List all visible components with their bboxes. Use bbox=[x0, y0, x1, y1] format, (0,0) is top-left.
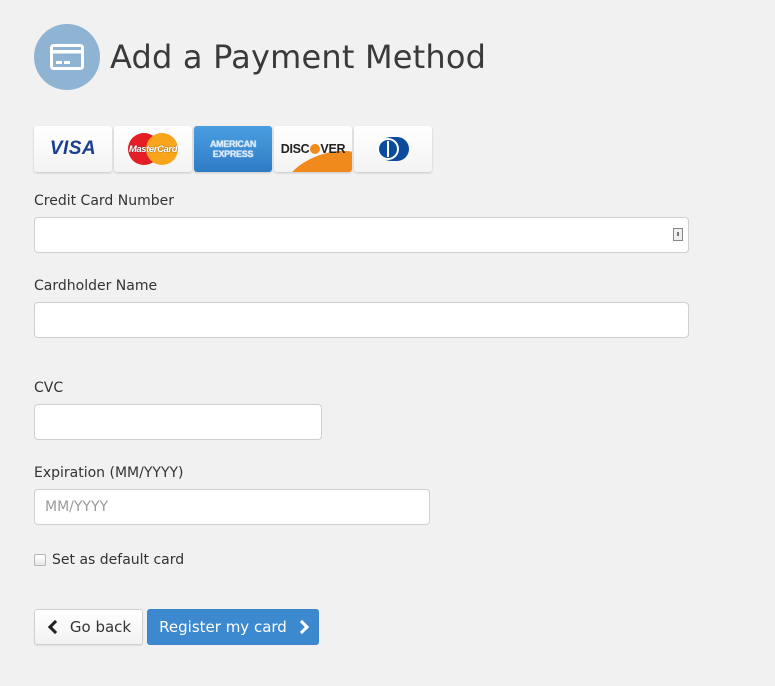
cardholder-name-label: Cardholder Name bbox=[34, 278, 158, 294]
card-brand-list: VISA MasterCard AMERICAN EXPRESS DISC VER bbox=[34, 126, 432, 172]
card-number-input[interactable] bbox=[34, 217, 689, 253]
mastercard-card-logo[interactable]: MasterCard bbox=[114, 126, 192, 172]
amex-line-2: EXPRESS bbox=[212, 149, 254, 159]
amex-card-logo[interactable]: AMERICAN EXPRESS bbox=[194, 126, 272, 172]
default-card-label[interactable]: Set as default card bbox=[52, 552, 184, 568]
page-header: Add a Payment Method bbox=[34, 17, 486, 98]
register-card-label: Register my card bbox=[159, 618, 287, 636]
discover-card-logo[interactable]: DISC VER bbox=[274, 126, 352, 172]
amex-logo-text: AMERICAN EXPRESS bbox=[210, 139, 256, 159]
default-card-row: Set as default card bbox=[34, 552, 184, 568]
autofill-contact-icon[interactable] bbox=[673, 228, 683, 241]
page-title: Add a Payment Method bbox=[110, 38, 487, 77]
amex-line-1: AMERICAN bbox=[209, 139, 257, 149]
mastercard-logo-text: MasterCard bbox=[128, 143, 178, 155]
expiration-input[interactable] bbox=[34, 489, 430, 525]
cvc-label: CVC bbox=[34, 380, 64, 396]
diners-club-card-logo[interactable] bbox=[354, 126, 432, 172]
diners-club-icon bbox=[377, 137, 409, 161]
card-number-label: Credit Card Number bbox=[34, 193, 174, 209]
visa-card-logo[interactable]: VISA bbox=[34, 126, 112, 172]
expiration-label: Expiration (MM/YYYY) bbox=[34, 465, 184, 481]
credit-card-icon bbox=[34, 24, 100, 91]
visa-logo-text: VISA bbox=[49, 138, 97, 159]
default-card-checkbox[interactable] bbox=[34, 554, 46, 566]
go-back-button[interactable]: Go back bbox=[34, 609, 143, 645]
chevron-left-icon bbox=[47, 619, 62, 635]
cardholder-name-input[interactable] bbox=[34, 302, 689, 338]
discover-logo-text: DISC VER bbox=[280, 142, 346, 156]
register-card-button[interactable]: Register my card bbox=[147, 609, 319, 645]
go-back-label: Go back bbox=[69, 618, 132, 636]
cvc-input[interactable] bbox=[34, 404, 322, 440]
chevron-right-icon bbox=[294, 619, 309, 635]
